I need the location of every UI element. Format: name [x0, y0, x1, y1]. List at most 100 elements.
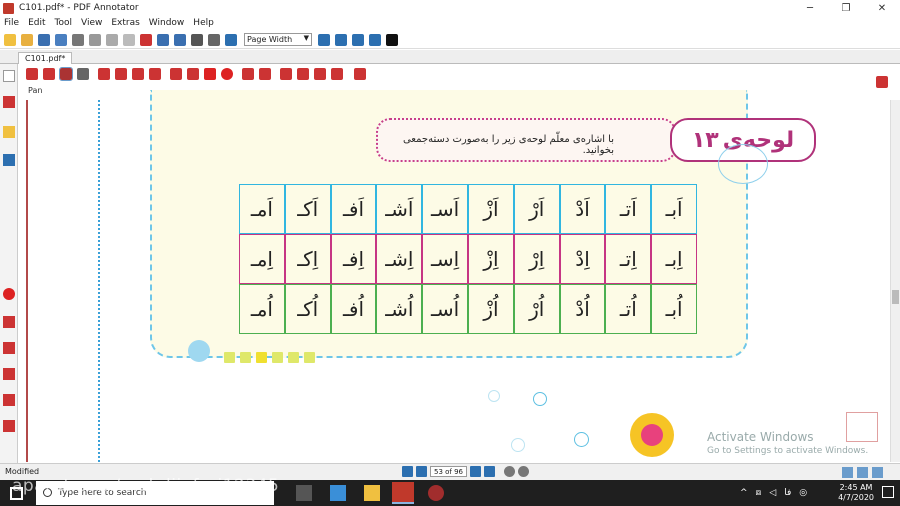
tray-volume-icon[interactable]: ◁ [769, 488, 776, 498]
folder-icon[interactable] [3, 126, 15, 138]
first-page-button[interactable] [402, 466, 413, 477]
heart-icon[interactable] [3, 288, 15, 300]
print-icon[interactable] [72, 33, 84, 46]
notification-icon[interactable] [882, 486, 894, 498]
file-explorer-icon[interactable] [364, 485, 380, 501]
find-icon[interactable] [191, 33, 203, 46]
undo-icon[interactable] [157, 33, 169, 46]
title-bar: C101.pdf* - PDF Annotator ─ ❐ ✕ [0, 0, 900, 16]
grid-cell: اِرْ [513, 234, 560, 284]
page-margin-line [98, 100, 100, 462]
fullscreen-icon[interactable] [386, 33, 398, 46]
tray-language[interactable]: فا [784, 488, 791, 498]
new-icon[interactable] [4, 33, 16, 46]
single-page-icon[interactable] [352, 33, 364, 46]
save-icon[interactable] [38, 33, 50, 46]
grid-cell: اِبـ [651, 234, 697, 284]
redo-icon[interactable] [174, 33, 186, 46]
ellipse-icon[interactable] [221, 68, 233, 80]
save-as-icon[interactable] [55, 33, 67, 46]
chart-icon[interactable] [3, 368, 15, 380]
attachment-icon[interactable] [3, 154, 15, 166]
eraser-icon[interactable] [314, 68, 326, 80]
grid-cell: اَکـ [284, 184, 331, 234]
clock[interactable]: 2:45 AM 4/7/2020 [838, 483, 874, 503]
marker-icon[interactable] [115, 68, 127, 80]
select-arrow-icon[interactable] [26, 68, 38, 80]
menu-edit[interactable]: Edit [28, 18, 45, 28]
menu-file[interactable]: File [4, 18, 19, 28]
minimize-button[interactable]: ─ [792, 0, 828, 16]
view-mode-icon[interactable] [872, 467, 883, 478]
paste-icon[interactable] [123, 33, 135, 46]
menu-window[interactable]: Window [149, 18, 185, 28]
menu-tool[interactable]: Tool [55, 18, 72, 28]
page-indicator[interactable]: 53 of 96 [430, 466, 468, 477]
insert-icon[interactable] [331, 68, 343, 80]
scrollbar-thumb[interactable] [892, 290, 899, 304]
letter-grid: اَبـ اَتـ اَدْ اَرْ اَزْ اَسـ اَشـ اَفـ … [239, 184, 697, 334]
page-layout-icon[interactable] [208, 33, 220, 46]
vertical-scrollbar[interactable] [890, 100, 900, 462]
zoom-select[interactable]: Page Width ▼ [244, 33, 312, 46]
next-page-button[interactable] [470, 466, 482, 477]
copy-icon[interactable] [106, 33, 118, 46]
pan-hand-icon[interactable] [59, 67, 73, 81]
forward-icon[interactable] [518, 466, 530, 477]
maximize-button[interactable]: ❐ [828, 0, 864, 16]
task-view-icon[interactable] [296, 485, 312, 501]
previous-page-button[interactable] [416, 466, 427, 477]
last-page-button[interactable] [484, 466, 496, 477]
close-button[interactable]: ✕ [864, 0, 900, 16]
open-folder-icon[interactable] [21, 33, 33, 46]
tray-globe-icon[interactable]: ◎ [799, 488, 807, 498]
menu-extras[interactable]: Extras [111, 18, 139, 28]
zoom-in-icon[interactable] [335, 33, 347, 46]
page-navigator: 53 of 96 [402, 466, 532, 477]
edge-browser-icon[interactable] [330, 485, 346, 501]
magnifier-icon[interactable] [77, 68, 89, 80]
grid-cell: اَشـ [376, 184, 423, 234]
recorder-icon[interactable] [428, 485, 444, 501]
favorites-tool-icon[interactable] [876, 76, 888, 88]
pdf-annotator-taskbar-icon[interactable] [392, 482, 414, 504]
camera-icon[interactable] [280, 68, 292, 80]
rectangle-icon[interactable] [204, 68, 216, 80]
stamp-tool-icon[interactable] [3, 394, 15, 406]
square-decoration [224, 352, 235, 363]
zoom-out-icon[interactable] [318, 33, 330, 46]
lasso-icon[interactable] [259, 68, 271, 80]
view-mode-icon[interactable] [857, 467, 868, 478]
view-mode-icon[interactable] [842, 467, 853, 478]
pen-icon[interactable] [98, 68, 110, 80]
menu-view[interactable]: View [81, 18, 102, 28]
document-view[interactable]: با اشاره‌ی معلّم لوحه‌ی زیر را به‌صورت د… [18, 90, 890, 462]
bubble-decoration [574, 432, 589, 447]
fit-page-icon[interactable] [225, 33, 237, 46]
grid-cell: اَبـ [651, 184, 697, 234]
highlighter-icon[interactable] [3, 316, 15, 328]
link-icon[interactable] [242, 68, 254, 80]
line-icon[interactable] [170, 68, 182, 80]
delete-icon[interactable] [140, 33, 152, 46]
grid-cell: اَدْ [559, 184, 606, 234]
arrow-icon[interactable] [187, 68, 199, 80]
favorite-heart-icon[interactable] [354, 68, 366, 80]
two-page-icon[interactable] [369, 33, 381, 46]
pen-tool-icon[interactable] [3, 96, 15, 108]
menu-help[interactable]: Help [193, 18, 214, 28]
cut-icon[interactable] [89, 33, 101, 46]
crop-icon[interactable] [297, 68, 309, 80]
text-box-icon[interactable] [132, 68, 144, 80]
stamp-icon[interactable] [149, 68, 161, 80]
back-icon[interactable] [504, 466, 516, 477]
grid-row: اَبـ اَتـ اَدْ اَرْ اَزْ اَسـ اَشـ اَفـ … [239, 184, 697, 234]
flower-decoration [630, 413, 674, 457]
marker-tool-icon[interactable] [3, 342, 15, 354]
page-thumbnail-icon[interactable] [3, 70, 15, 82]
pencil-icon[interactable] [3, 420, 15, 432]
tray-network-icon[interactable]: ⧈ [756, 488, 762, 498]
tab-document[interactable]: C101.pdf* [18, 52, 73, 64]
tray-chevron-up-icon[interactable]: ^ [740, 488, 748, 498]
select-object-icon[interactable] [43, 68, 55, 80]
